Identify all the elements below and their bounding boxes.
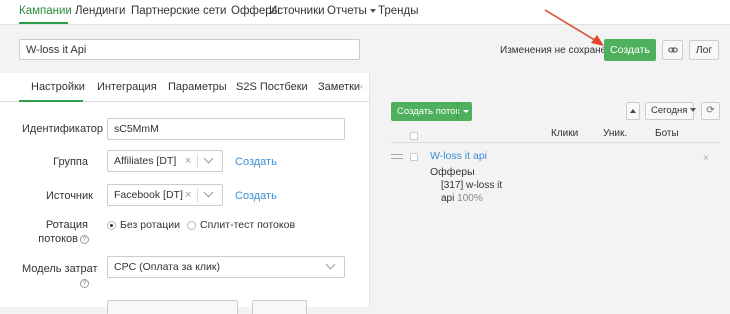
nav-reports[interactable]: Отчеты	[327, 5, 376, 17]
identifier-label: Идентификатор	[22, 123, 103, 135]
close-icon[interactable]: ×	[703, 153, 709, 164]
header-divider	[391, 142, 720, 143]
link-button[interactable]	[662, 40, 683, 60]
rotation-split-label[interactable]: Сплит-тест потоков	[200, 219, 295, 231]
create-group-link[interactable]: Создать	[235, 156, 277, 168]
group-select-value: Affiliates [DT]	[114, 155, 177, 167]
active-nav-indicator	[19, 22, 68, 24]
nav-landings[interactable]: Лендинги	[75, 5, 125, 17]
create-flow-button[interactable]: Создать поток	[391, 102, 472, 121]
log-button[interactable]: Лог	[689, 40, 719, 60]
cost-model-label: Модель затрат	[22, 263, 98, 275]
offer-name-line2: api 100%	[441, 193, 483, 204]
red-arrow-annotation	[544, 9, 604, 46]
sort-up-button[interactable]	[626, 102, 640, 120]
campaign-header: Изменения не сохранены Создать Лог	[0, 25, 730, 73]
active-tab-indicator	[19, 100, 83, 102]
help-icon[interactable]: ?	[80, 279, 89, 288]
select-separator	[197, 154, 198, 168]
column-clicks: Клики	[551, 128, 579, 139]
source-label: Источник	[46, 190, 93, 202]
tab-integration[interactable]: Интеграция	[97, 81, 157, 93]
column-unique: Уник.	[603, 128, 628, 139]
flow-checkbox[interactable]	[410, 153, 418, 161]
refresh-icon: ⟳	[706, 105, 715, 116]
campaign-name-input[interactable]	[19, 39, 360, 60]
rotation-label-line2: потоков	[38, 233, 78, 245]
date-range-button[interactable]: Сегодня	[645, 102, 697, 120]
offer-share: 100%	[457, 193, 483, 204]
select-all-checkbox[interactable]	[410, 132, 418, 140]
partial-button[interactable]	[252, 300, 307, 314]
clear-icon[interactable]: ×	[185, 155, 191, 167]
create-source-link[interactable]: Создать	[235, 190, 277, 202]
tab-notes[interactable]: Заметки	[318, 81, 360, 93]
settings-tabs: Настройки Интеграция Параметры S2S Постб…	[0, 73, 370, 102]
offer-name: [317] w-loss it	[441, 180, 503, 191]
tab-settings[interactable]: Настройки	[31, 81, 85, 93]
nav-campaigns[interactable]: Кампании	[19, 5, 72, 17]
rotation-label: Ротация	[45, 219, 88, 231]
cost-model-value: CPC (Оплата за клик)	[114, 261, 220, 273]
partial-field[interactable]	[107, 300, 238, 314]
nav-trends[interactable]: Тренды	[378, 5, 419, 17]
refresh-button[interactable]: ⟳	[701, 102, 720, 120]
group-label: Группа	[53, 156, 88, 168]
help-icon[interactable]: ?	[80, 235, 89, 244]
tab-s2s-postbacks[interactable]: S2S Постбеки	[236, 81, 308, 93]
flow-name-link[interactable]: W-loss it api	[430, 150, 487, 162]
source-select-value: Facebook [DT]	[114, 189, 183, 201]
drag-handle-icon[interactable]	[391, 154, 403, 159]
settings-panel: Настройки Интеграция Параметры S2S Постб…	[0, 73, 370, 314]
chevron-down-icon	[369, 8, 376, 13]
rotation-split-radio[interactable]	[187, 221, 196, 230]
offers-title: Офферы	[430, 166, 475, 178]
chevron-down-icon[interactable]	[457, 102, 472, 121]
date-range-label: Сегодня	[651, 105, 688, 116]
chevron-down-icon	[690, 108, 697, 113]
clear-icon[interactable]: ×	[185, 189, 191, 201]
create-button[interactable]: Создать	[604, 39, 656, 61]
create-flow-label: Создать поток	[397, 106, 460, 117]
nav-affiliate-networks[interactable]: Партнерские сети	[131, 5, 226, 17]
nav-sources[interactable]: Источники	[269, 5, 325, 17]
nav-reports-label: Отчеты	[327, 5, 367, 17]
cost-model-select[interactable]: CPC (Оплата за клик)	[107, 256, 345, 278]
rotation-none-radio[interactable]	[107, 221, 116, 230]
link-icon	[667, 47, 678, 53]
top-navigation: Кампании Лендинги Партнерские сети Оффер…	[0, 0, 730, 25]
select-separator	[197, 188, 198, 202]
identifier-field[interactable]: sC5MmM	[107, 118, 345, 140]
rotation-none-label[interactable]: Без ротации	[120, 219, 180, 231]
tab-parameters[interactable]: Параметры	[168, 81, 227, 93]
tabs-scroll-icon[interactable]: ‹	[360, 81, 363, 91]
flows-panel: Создать поток Сегодня ⟳ Клики Уник. Боты…	[371, 73, 730, 307]
column-bots: Боты	[655, 128, 679, 139]
offer-name-cont: api	[441, 193, 455, 204]
